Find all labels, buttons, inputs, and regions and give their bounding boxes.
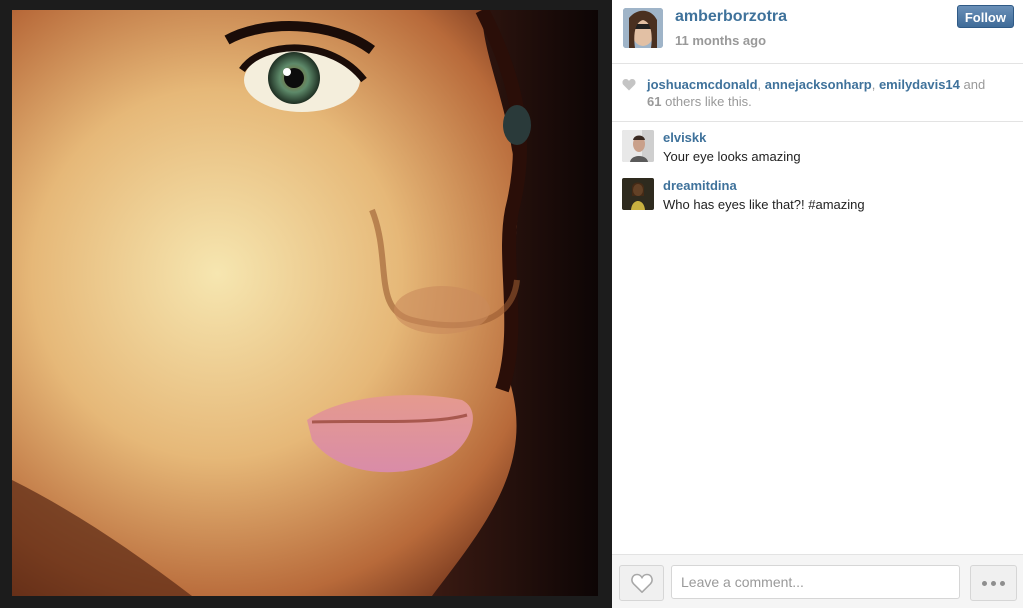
comment-composer (612, 554, 1023, 608)
commenter-username[interactable]: dreamitdina (663, 178, 737, 193)
commenter-username[interactable]: elviskk (663, 130, 706, 145)
likes-summary: joshuacmcdonald, annejacksonharp, emilyd… (612, 64, 1023, 122)
post-header: amberborzotra 11 months ago Follow (612, 0, 1023, 64)
heart-icon (622, 79, 636, 91)
avatar-image (622, 178, 654, 210)
comment-input[interactable] (671, 565, 960, 599)
likes-others-text: others like this. (665, 94, 752, 109)
like-button[interactable] (619, 565, 664, 601)
ellipsis-icon (1000, 580, 1005, 586)
comma: , (871, 77, 879, 92)
liker-link[interactable]: emilydavis14 (879, 77, 960, 92)
comment-item: dreamitdina Who has eyes like that?! #am… (622, 178, 1013, 226)
avatar-image (622, 130, 654, 162)
liker-link[interactable]: joshuacmcdonald (647, 77, 758, 92)
comment-item: elviskk Your eye looks amazing (622, 130, 1013, 178)
likes-others-count[interactable]: 61 (647, 94, 661, 109)
commenter-avatar[interactable] (622, 178, 654, 210)
avatar-image (623, 8, 663, 48)
follow-button[interactable]: Follow (956, 5, 1014, 28)
comment-text: Who has eyes like that?! #amazing (663, 197, 865, 212)
post-sidebar: amberborzotra 11 months ago Follow joshu… (612, 0, 1023, 608)
commenter-avatar[interactable] (622, 130, 654, 162)
post-timestamp[interactable]: 11 months ago (675, 33, 766, 48)
likes-and-text: and (963, 77, 986, 92)
ellipsis-icon (982, 580, 987, 586)
ellipsis-icon (991, 580, 996, 586)
author-avatar[interactable] (623, 8, 663, 48)
more-options-button[interactable] (970, 565, 1017, 601)
liker-link[interactable]: annejacksonharp (765, 77, 872, 92)
heart-icon (630, 573, 653, 593)
comment-text: Your eye looks amazing (663, 149, 801, 164)
comma: , (757, 77, 765, 92)
portrait-photo (12, 10, 598, 596)
photo-pane (0, 0, 612, 608)
author-username[interactable]: amberborzotra (675, 8, 787, 26)
post-photo[interactable] (12, 10, 598, 596)
comment-list: elviskk Your eye looks amazing dreamitdi… (612, 122, 1023, 226)
